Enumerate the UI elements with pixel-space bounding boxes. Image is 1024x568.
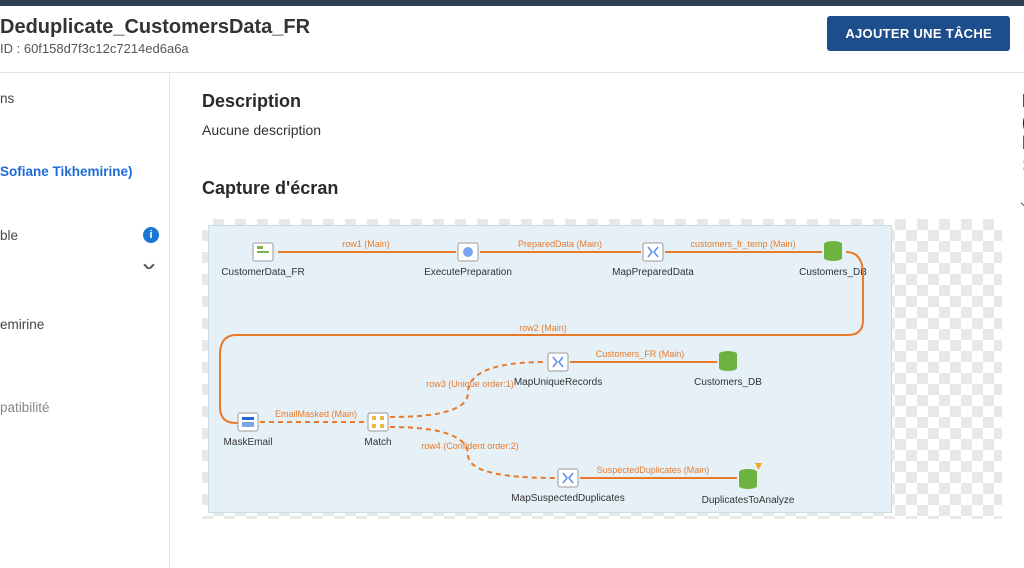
screenshot-heading: Capture d'écran xyxy=(202,178,1002,199)
svg-text:customers_fr_temp (Main): customers_fr_temp (Main) xyxy=(690,239,795,249)
svg-text:MapSuspectedDuplicates: MapSuspectedDuplicates xyxy=(511,493,624,504)
sidebar-expand[interactable] xyxy=(0,261,159,269)
sidebar: ns Sofiane Tikhemirine) ble i emirine pa… xyxy=(0,73,170,568)
sidebar-owner-link[interactable]: Sofiane Tikhemirine) xyxy=(0,164,159,179)
info-icon[interactable]: i xyxy=(143,227,159,243)
svg-text:PreparedData (Main): PreparedData (Main) xyxy=(518,239,602,249)
sidebar-availability: ble i xyxy=(0,227,159,243)
svg-text:MapPreparedData: MapPreparedData xyxy=(612,267,694,278)
svg-text:Customers_DB: Customers_DB xyxy=(694,377,762,388)
workflow-diagram: CustomerData_FR ExecutePreparation MapPr… xyxy=(208,225,898,513)
svg-text:CustomerData_FR: CustomerData_FR xyxy=(221,267,304,278)
description-text: Aucune description xyxy=(202,122,1002,138)
screenshot-preview: CustomerData_FR ExecutePreparation MapPr… xyxy=(202,219,1002,519)
svg-text:Customers_DB: Customers_DB xyxy=(799,267,867,278)
description-heading: Description xyxy=(202,91,1002,112)
svg-text:row4 (Confident order:2): row4 (Confident order:2) xyxy=(421,441,519,451)
svg-text:EmailMasked (Main): EmailMasked (Main) xyxy=(275,409,357,419)
page-id: ID : 60f158d7f3c12c7214ed6a6a xyxy=(0,41,310,56)
svg-text:Customers_FR (Main): Customers_FR (Main) xyxy=(596,349,685,359)
svg-text:SuspectedDuplicates (Main): SuspectedDuplicates (Main) xyxy=(597,465,710,475)
svg-text:ExecutePreparation: ExecutePreparation xyxy=(424,267,512,278)
svg-text:row2 (Main): row2 (Main) xyxy=(519,323,567,333)
svg-text:MaskEmail: MaskEmail xyxy=(224,437,273,448)
chevron-down-icon xyxy=(143,261,154,269)
svg-text:DuplicatesToAnalyze: DuplicatesToAnalyze xyxy=(702,495,795,506)
main-content: Description Aucune description Capture d… xyxy=(170,73,1024,568)
svg-text:Match: Match xyxy=(364,437,391,448)
sidebar-compat: patibilité xyxy=(0,400,159,415)
svg-text:MapUniqueRecords: MapUniqueRecords xyxy=(514,377,602,388)
svg-text:row1 (Main): row1 (Main) xyxy=(342,239,390,249)
sidebar-item[interactable]: ns xyxy=(0,91,159,106)
add-task-button[interactable]: AJOUTER UNE TÂCHE xyxy=(827,16,1010,51)
page-header: Deduplicate_CustomersData_FR ID : 60f158… xyxy=(0,6,1024,73)
sidebar-owner2: emirine xyxy=(0,317,159,332)
page-title: Deduplicate_CustomersData_FR xyxy=(0,16,310,39)
svg-text:row3 (Unique order:1): row3 (Unique order:1) xyxy=(426,379,514,389)
